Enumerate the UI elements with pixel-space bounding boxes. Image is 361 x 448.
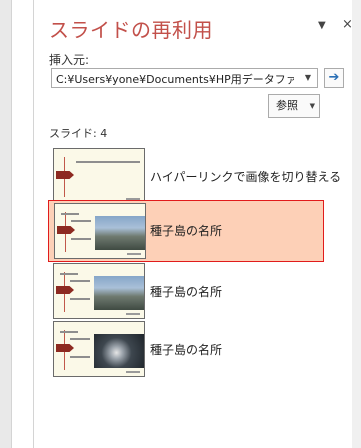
slide-photo bbox=[94, 276, 144, 310]
slide-item-1[interactable]: ハイパーリンクで画像を切り替える bbox=[53, 148, 341, 206]
slide-title: 種子島の名所 bbox=[150, 285, 223, 299]
left-scrollbar-area bbox=[0, 0, 34, 448]
browse-button[interactable]: 参照 ▼ bbox=[268, 94, 320, 118]
vertical-scrollbar[interactable] bbox=[11, 0, 34, 448]
insert-from-label: 挿入元: bbox=[49, 53, 90, 67]
chevron-down-icon[interactable]: ▼ bbox=[299, 69, 317, 87]
slide-item-2[interactable]: 種子島の名所 bbox=[48, 200, 324, 262]
slide-photo bbox=[95, 216, 145, 250]
caret-down-icon: ▼ bbox=[309, 102, 315, 110]
slide-photo bbox=[94, 334, 144, 368]
pane-title: スライドの再利用 bbox=[49, 18, 213, 42]
slide-title: 種子島の名所 bbox=[150, 343, 223, 357]
slide-thumbnail[interactable] bbox=[53, 321, 145, 377]
source-path-combobox[interactable]: C:¥Users¥yone¥Documents¥HP用データファ ▼ bbox=[51, 68, 318, 88]
browse-button-label: 参照 bbox=[276, 99, 298, 112]
slide-item-3[interactable]: 種子島の名所 bbox=[53, 263, 335, 321]
slide-title: ハイパーリンクで画像を切り替える bbox=[150, 170, 342, 184]
pane-scrollbar[interactable] bbox=[352, 0, 361, 448]
slide-thumbnail[interactable] bbox=[53, 263, 145, 319]
go-arrow-icon[interactable]: ➔ bbox=[324, 68, 344, 88]
reuse-slides-pane: スライドの再利用 ▼ × 挿入元: C:¥Users¥yone¥Document… bbox=[34, 0, 361, 448]
slide-item-4[interactable]: 種子島の名所 bbox=[53, 321, 335, 379]
slide-thumbnail[interactable] bbox=[54, 203, 146, 259]
source-path-value[interactable]: C:¥Users¥yone¥Documents¥HP用データファ bbox=[56, 71, 294, 87]
slides-count: スライド: 4 bbox=[49, 127, 108, 140]
pane-options-dropdown-icon[interactable]: ▼ bbox=[318, 20, 326, 31]
slide-title: 種子島の名所 bbox=[150, 224, 223, 238]
slide-thumbnail[interactable] bbox=[53, 148, 145, 204]
